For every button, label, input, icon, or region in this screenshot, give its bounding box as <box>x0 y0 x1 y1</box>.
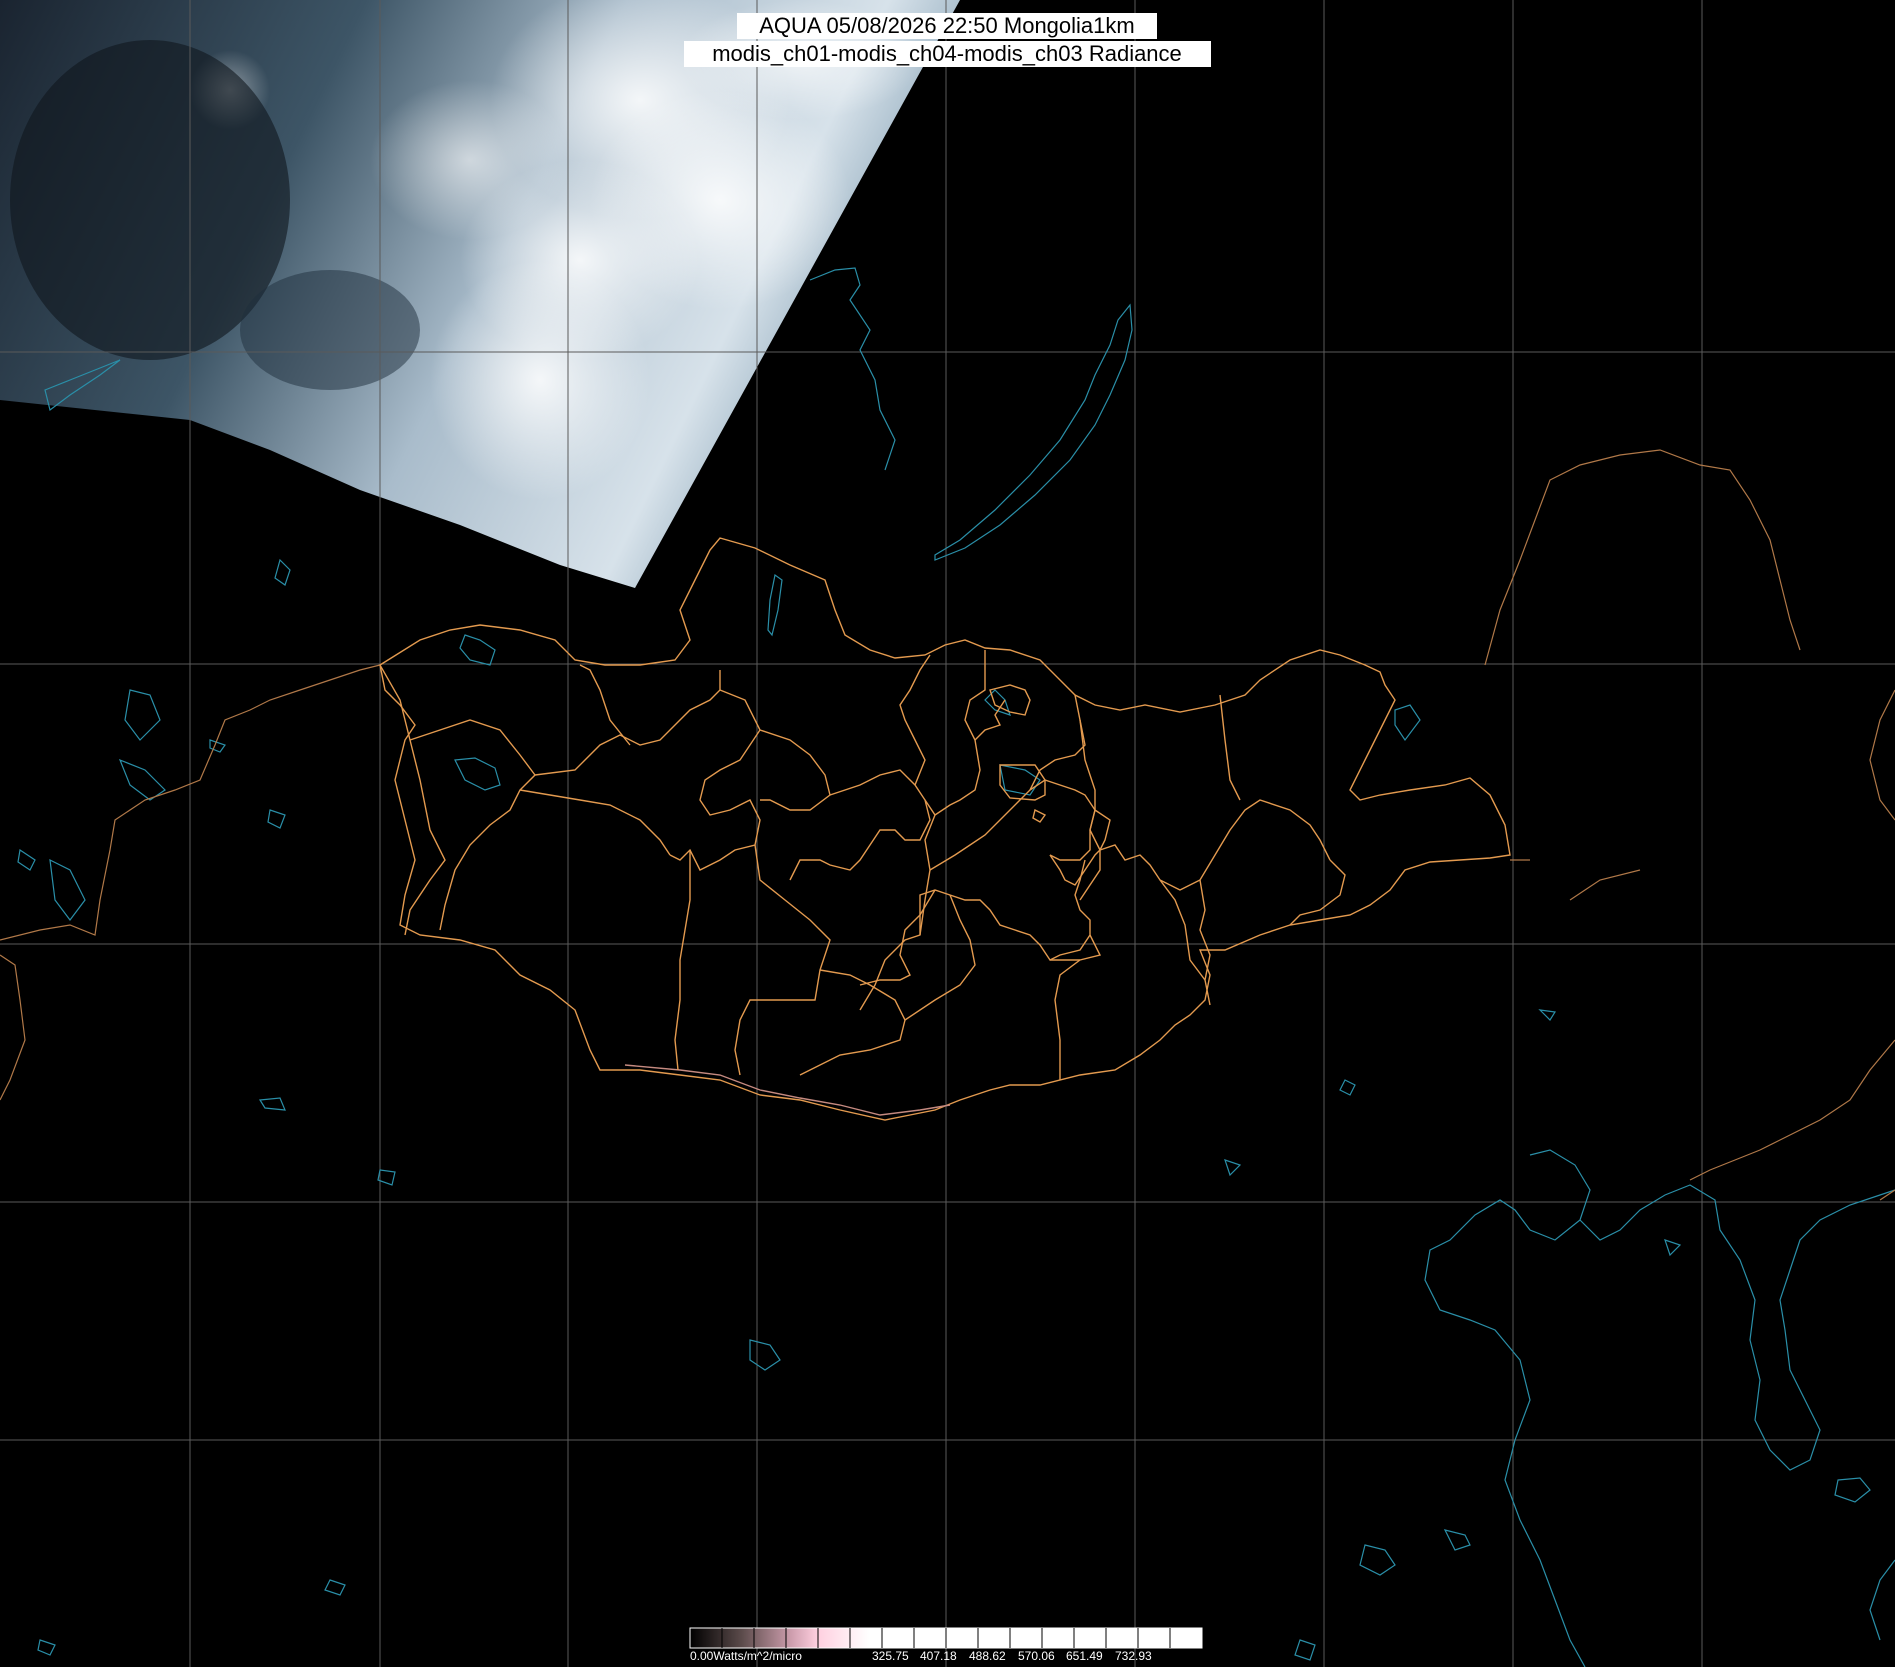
colorbar-label-6: 732.93 <box>1115 1649 1152 1663</box>
country-borders <box>0 449 1895 1201</box>
coastlines-and-lakes <box>17 267 1895 1667</box>
colorbar-label-3: 488.62 <box>969 1649 1006 1663</box>
colorbar-labels: 0.00Watts/m^2/micro 325.75 407.18 488.62… <box>690 1649 1152 1663</box>
colorbar-label-1: 325.75 <box>872 1649 909 1663</box>
colorbar: 0.00Watts/m^2/micro 325.75 407.18 488.62… <box>689 1627 1203 1663</box>
satellite-swath <box>0 0 960 588</box>
satellite-map: AQUA 05/08/2026 22:50 Mongolia1km modis_… <box>0 0 1895 1667</box>
title-line-1: AQUA 05/08/2026 22:50 Mongolia1km <box>759 13 1134 38</box>
colorbar-label-0: 0.00Watts/m^2/micro <box>690 1649 802 1663</box>
colorbar-label-4: 570.06 <box>1018 1649 1055 1663</box>
colorbar-label-5: 651.49 <box>1066 1649 1103 1663</box>
colorbar-label-2: 407.18 <box>920 1649 957 1663</box>
mongolia-admin-boundaries <box>379 537 1511 1121</box>
title-line-2: modis_ch01-modis_ch04-modis_ch03 Radianc… <box>712 41 1182 66</box>
